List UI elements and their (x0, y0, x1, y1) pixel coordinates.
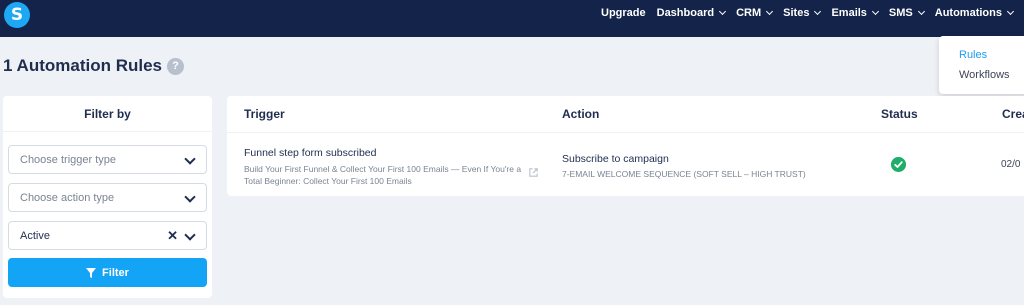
menu-item-rules[interactable]: Rules (959, 49, 987, 61)
nav-sms-label: SMS (888, 7, 913, 19)
nav-automations-label: Automations (934, 7, 1002, 19)
nav-upgrade[interactable]: Upgrade (601, 7, 646, 19)
nav-dashboard[interactable]: Dashboard (656, 7, 727, 19)
filter-heading: Filter by (3, 96, 212, 132)
chevron-down-icon (1006, 7, 1015, 16)
page-title-text: 1 Automation Rules (3, 56, 162, 75)
page-title: 1 Automation Rules ? (3, 56, 184, 76)
top-navbar: S Upgrade Dashboard CRM Sites Emails SMS… (0, 0, 1024, 37)
created-date: 02/0 (1001, 159, 1021, 170)
status-select-value: Active (20, 229, 50, 242)
action-detail: 7-EMAIL WELCOME SEQUENCE (SOFT SELL – HI… (562, 169, 806, 179)
status-select[interactable]: Active ✕ (8, 221, 207, 250)
column-header-trigger[interactable]: Trigger (244, 107, 285, 121)
nav-upgrade-label: Upgrade (601, 7, 646, 19)
nav-sms[interactable]: SMS (888, 7, 925, 19)
chevron-down-icon (814, 7, 822, 16)
chevron-down-icon (719, 7, 727, 16)
nav-emails[interactable]: Emails (831, 7, 879, 19)
chevron-down-icon (184, 153, 196, 165)
table-header-divider (227, 132, 1024, 133)
column-header-status[interactable]: Status (881, 107, 918, 121)
external-link-icon[interactable] (528, 167, 539, 178)
trigger-type-placeholder: Choose trigger type (20, 153, 116, 166)
rules-table: Trigger Action Status Crea Funnel step f… (227, 96, 1024, 196)
chevron-down-icon (184, 191, 196, 203)
nav-crm[interactable]: CRM (736, 7, 774, 19)
filter-panel: Filter by Choose trigger type Choose act… (3, 96, 212, 298)
menu-item-workflows[interactable]: Workflows (959, 69, 1010, 81)
close-icon[interactable]: ✕ (167, 228, 178, 244)
help-icon[interactable]: ? (167, 57, 184, 75)
main-nav: Upgrade Dashboard CRM Sites Emails SMS A… (601, 0, 1024, 26)
app-logo-icon[interactable]: S (4, 2, 30, 28)
filter-button-label: Filter (102, 266, 129, 279)
trigger-title: Funnel step form subscribed (244, 147, 377, 159)
column-header-created[interactable]: Crea (1002, 107, 1024, 121)
check-circle-icon (891, 157, 906, 172)
nav-sites[interactable]: Sites (783, 7, 822, 19)
chevron-down-icon (766, 7, 774, 16)
nav-sites-label: Sites (783, 7, 810, 19)
trigger-detail: Build Your First Funnel & Collect Your F… (244, 164, 522, 186)
filter-button[interactable]: Filter (8, 258, 207, 287)
funnel-icon (86, 267, 97, 278)
chevron-down-icon (184, 229, 196, 241)
action-type-placeholder: Choose action type (20, 191, 115, 204)
chevron-down-icon (871, 7, 879, 16)
action-title: Subscribe to campaign (562, 153, 669, 165)
nav-automations[interactable]: Automations (934, 7, 1015, 19)
action-type-select[interactable]: Choose action type (8, 183, 207, 212)
nav-emails-label: Emails (831, 7, 867, 19)
trigger-type-select[interactable]: Choose trigger type (8, 145, 207, 174)
nav-dashboard-label: Dashboard (656, 7, 715, 19)
chevron-down-icon (917, 7, 925, 16)
automations-dropdown-menu: Rules Workflows (939, 36, 1024, 94)
nav-crm-label: CRM (736, 7, 762, 19)
column-header-action[interactable]: Action (562, 107, 599, 121)
